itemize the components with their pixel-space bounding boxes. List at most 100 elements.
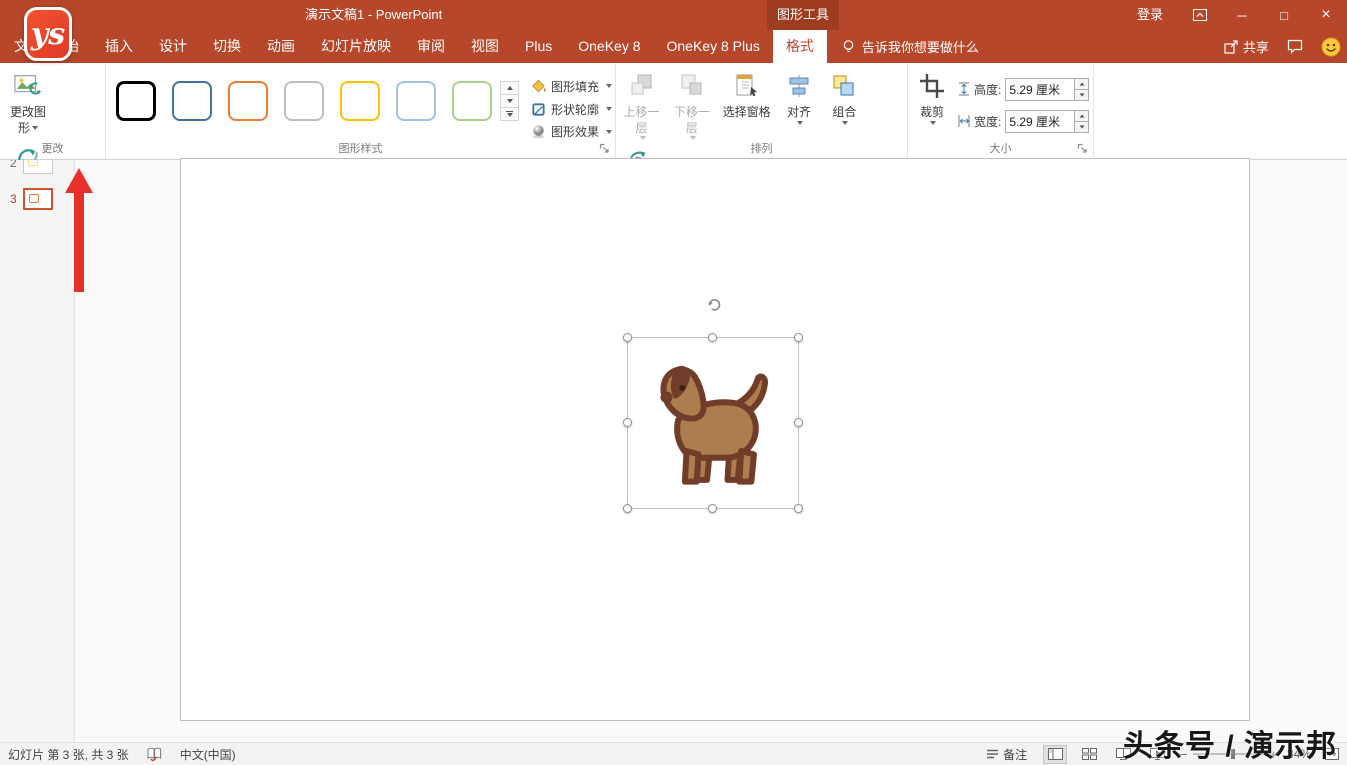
gallery-scroll-up-button[interactable] bbox=[500, 81, 519, 95]
lightbulb-icon bbox=[841, 39, 856, 54]
resize-handle-sw[interactable] bbox=[623, 504, 632, 513]
tab-animations[interactable]: 动画 bbox=[254, 30, 308, 63]
style-swatch-5[interactable] bbox=[340, 81, 380, 121]
sign-in-button[interactable]: 登录 bbox=[1121, 0, 1179, 30]
ribbon-format: 更改图 形 Convert to Shape 更改 bbox=[0, 63, 1347, 160]
normal-view-button[interactable] bbox=[1043, 745, 1067, 764]
style-swatch-2[interactable] bbox=[172, 81, 212, 121]
tab-plus[interactable]: Plus bbox=[512, 30, 565, 63]
smiley-icon bbox=[1321, 37, 1341, 57]
group-objects-icon bbox=[828, 70, 860, 102]
chevron-down-icon bbox=[797, 121, 803, 125]
gallery-more-button[interactable] bbox=[500, 107, 519, 121]
group-change: 更改图 形 Convert to Shape 更改 bbox=[0, 63, 106, 159]
contextual-tab-header: 图形工具 bbox=[767, 0, 839, 30]
resize-handle-se[interactable] bbox=[794, 504, 803, 513]
language-indicator[interactable]: 中文(中国) bbox=[180, 746, 236, 763]
minimize-button[interactable]: ─ bbox=[1221, 0, 1263, 30]
resize-handle-e[interactable] bbox=[794, 418, 803, 427]
ribbon-display-options-icon[interactable] bbox=[1179, 0, 1221, 30]
chevron-down-icon bbox=[606, 84, 612, 88]
selected-picture-dog[interactable] bbox=[628, 338, 798, 508]
powerpoint-window: { "logo": { "text": "ys" }, "titlebar": … bbox=[0, 0, 1347, 765]
maximize-button[interactable]: □ bbox=[1263, 0, 1305, 30]
dog-image[interactable] bbox=[638, 352, 788, 497]
bring-forward-button: 上移一层 bbox=[618, 65, 665, 140]
tab-onekey8plus[interactable]: OneKey 8 Plus bbox=[654, 30, 773, 63]
title-bar: 演示文稿1 - PowerPoint 图形工具 登录 ─ □ × bbox=[0, 0, 1347, 30]
crop-button[interactable]: 裁剪 bbox=[910, 65, 954, 143]
close-button[interactable]: × bbox=[1305, 0, 1347, 30]
height-step-down-button[interactable] bbox=[1075, 89, 1088, 100]
shape-effects-icon bbox=[531, 124, 546, 139]
height-label: 高度: bbox=[974, 81, 1001, 98]
chevron-down-icon bbox=[32, 126, 38, 130]
tab-insert[interactable]: 插入 bbox=[92, 30, 146, 63]
resize-handle-s[interactable] bbox=[708, 504, 717, 513]
width-step-down-button[interactable] bbox=[1075, 121, 1088, 132]
group-button[interactable]: 组合 bbox=[823, 65, 865, 125]
send-backward-icon bbox=[676, 70, 708, 102]
style-swatch-4[interactable] bbox=[284, 81, 324, 121]
shape-fill-icon bbox=[531, 79, 546, 94]
shape-outline-icon bbox=[531, 102, 546, 117]
tab-slideshow[interactable]: 幻灯片放映 bbox=[308, 30, 404, 63]
change-shape-button[interactable]: 更改图 形 bbox=[2, 65, 54, 136]
style-swatch-1[interactable] bbox=[116, 81, 156, 121]
tell-me-box[interactable]: 告诉我你想要做什么 bbox=[827, 30, 993, 63]
resize-handle-nw[interactable] bbox=[623, 333, 632, 342]
width-step-up-button[interactable] bbox=[1075, 111, 1088, 121]
rotate-handle-icon[interactable] bbox=[705, 295, 723, 313]
resize-handle-ne[interactable] bbox=[794, 333, 803, 342]
change-shape-icon bbox=[12, 70, 44, 102]
ribbon-tab-row: 文 开始 插入 设计 切换 动画 幻灯片放映 审阅 视图 Plus OneKey… bbox=[0, 30, 1347, 63]
height-input[interactable] bbox=[1006, 79, 1074, 100]
gallery-scroll-down-button[interactable] bbox=[500, 94, 519, 108]
comment-icon[interactable] bbox=[1287, 39, 1303, 54]
tab-onekey8[interactable]: OneKey 8 bbox=[565, 30, 653, 63]
tab-review[interactable]: 审阅 bbox=[404, 30, 458, 63]
share-button[interactable]: 共享 bbox=[1224, 37, 1269, 56]
style-swatch-3[interactable] bbox=[228, 81, 268, 121]
height-spinner bbox=[1005, 78, 1089, 101]
chevron-down-icon bbox=[842, 121, 848, 125]
triangle-down-icon bbox=[507, 99, 513, 103]
slide-indicator: 幻灯片 第 3 张, 共 3 张 bbox=[8, 746, 129, 763]
selection-pane-button[interactable]: 选择窗格 bbox=[719, 65, 775, 121]
spellcheck-icon[interactable] bbox=[147, 747, 162, 761]
tab-transitions[interactable]: 切换 bbox=[200, 30, 254, 63]
size-dialog-launcher-icon[interactable] bbox=[1077, 143, 1089, 155]
style-swatch-7[interactable] bbox=[452, 81, 492, 121]
style-swatch-6[interactable] bbox=[396, 81, 436, 121]
shape-styles-dialog-launcher-icon[interactable] bbox=[599, 143, 611, 155]
selection-pane-icon bbox=[731, 70, 763, 102]
tab-design[interactable]: 设计 bbox=[146, 30, 200, 63]
ys-logo: ys bbox=[24, 7, 72, 61]
shape-outline-button[interactable]: 形状轮廓 bbox=[527, 98, 616, 121]
width-spinner bbox=[1005, 110, 1089, 133]
tab-format-active[interactable]: 格式 bbox=[773, 30, 827, 63]
share-icon bbox=[1224, 40, 1238, 54]
group-shape-styles: 图形填充 形状轮廓 bbox=[106, 63, 616, 159]
height-icon bbox=[958, 82, 970, 96]
thumb-2-shape bbox=[28, 160, 38, 166]
chevron-down-icon bbox=[606, 107, 612, 111]
group-label-arrange: 排列 bbox=[616, 140, 907, 156]
resize-handle-n[interactable] bbox=[708, 333, 717, 342]
notes-button[interactable]: 备注 bbox=[986, 746, 1027, 763]
group-label-shape-styles: 图形样式 bbox=[106, 140, 615, 156]
chevron-down-icon bbox=[606, 130, 612, 134]
width-icon bbox=[958, 114, 970, 128]
height-step-up-button[interactable] bbox=[1075, 79, 1088, 89]
align-button[interactable]: 对齐 bbox=[778, 65, 820, 125]
chevron-down-icon bbox=[930, 121, 936, 125]
crop-icon bbox=[916, 70, 948, 102]
tab-view[interactable]: 视图 bbox=[458, 30, 512, 63]
align-icon bbox=[783, 70, 815, 102]
slide-sorter-view-button[interactable] bbox=[1077, 745, 1101, 764]
width-input[interactable] bbox=[1006, 111, 1074, 132]
shape-fill-button[interactable]: 图形填充 bbox=[527, 75, 616, 98]
resize-handle-w[interactable] bbox=[623, 418, 632, 427]
watermark-text: 头条号 / 演示邦 bbox=[1123, 721, 1337, 765]
notes-icon bbox=[986, 749, 999, 759]
